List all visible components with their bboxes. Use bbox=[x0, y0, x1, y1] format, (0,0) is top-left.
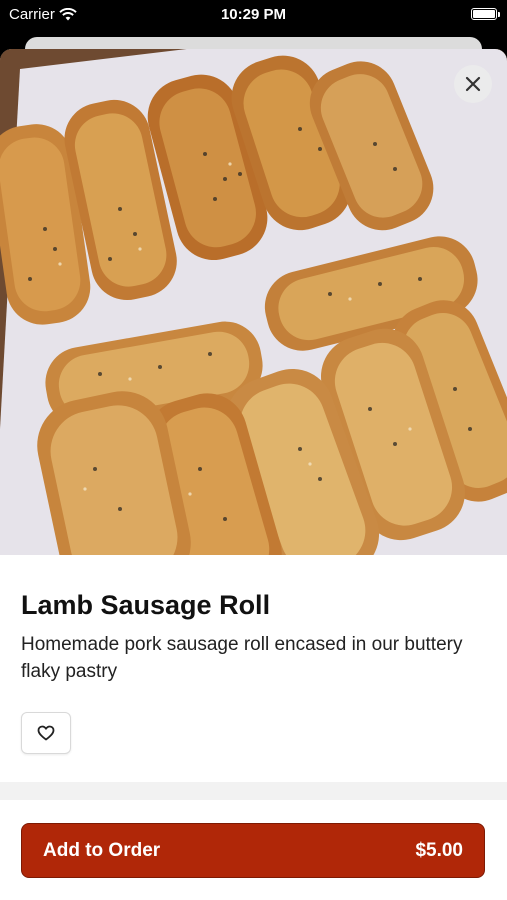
heart-icon bbox=[37, 725, 55, 741]
price-label: $5.00 bbox=[415, 839, 463, 861]
section-divider bbox=[0, 782, 507, 800]
product-description: Homemade pork sausage roll encased in ou… bbox=[21, 634, 463, 682]
add-to-order-button[interactable]: Add to Order $5.00 bbox=[21, 823, 485, 878]
battery-icon bbox=[471, 8, 500, 20]
close-button[interactable] bbox=[454, 65, 492, 103]
add-to-order-label: Add to Order bbox=[43, 839, 161, 861]
favorite-button[interactable] bbox=[21, 712, 71, 754]
product-details: Lamb Sausage Roll Homemade pork sausage … bbox=[21, 555, 487, 685]
status-bar: Carrier 10:29 PM bbox=[0, 0, 507, 30]
product-sheet: Lamb Sausage Roll Homemade pork sausage … bbox=[0, 49, 507, 900]
sausage-rolls-photo bbox=[0, 49, 507, 555]
status-time: 10:29 PM bbox=[220, 6, 287, 23]
product-image bbox=[0, 49, 507, 555]
product-title: Lamb Sausage Roll bbox=[21, 590, 271, 620]
close-icon bbox=[465, 76, 481, 92]
